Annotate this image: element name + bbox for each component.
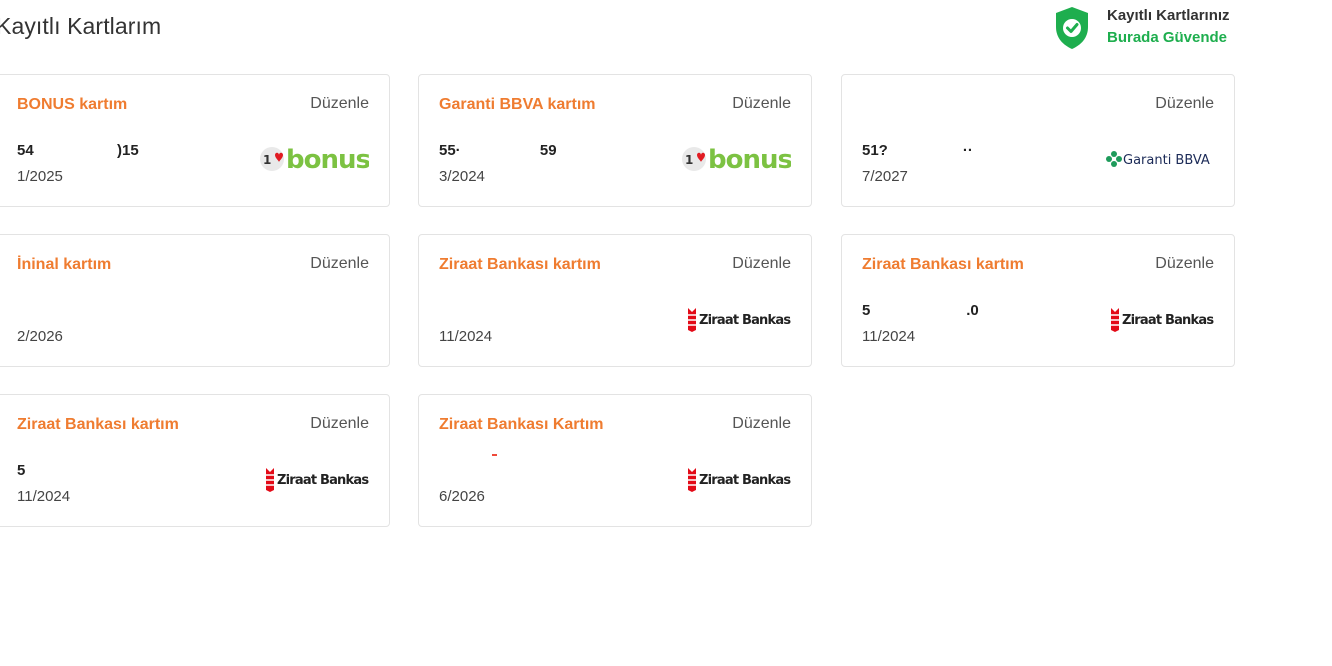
- card-title: Ziraat Bankası kartım: [17, 416, 179, 433]
- secure-badge-subtitle: Burada Güvende: [1107, 29, 1228, 46]
- card-expiry: 1/2025: [17, 168, 63, 185]
- svg-text:Ziraat Bankası: Ziraat Bankası: [277, 473, 369, 488]
- card-expiry: 6/2026: [439, 488, 485, 505]
- card-number: 5 .0: [862, 302, 979, 319]
- card-number: 5: [17, 462, 26, 479]
- secure-badge-title: Kayıtlı Kartlarınız: [1107, 7, 1230, 24]
- svg-text:bonus: bonus: [708, 145, 791, 175]
- ziraat-bankasi-logo: Ziraat Bankası: [1111, 308, 1214, 332]
- secure-cards-badge: Kayıtlı Kartlarınız Burada Güvende: [1054, 4, 1274, 52]
- card-number: 55· 59: [439, 142, 557, 159]
- edit-card-button[interactable]: Düzenle: [732, 95, 791, 113]
- saved-card[interactable]: BONUS kartım Düzenle 54 )15 1/2025 1 bon…: [0, 74, 390, 207]
- saved-card[interactable]: Garanti BBVA kartım Düzenle 55· 59 3/202…: [418, 74, 812, 207]
- svg-text:Ziraat Bankası: Ziraat Bankası: [1122, 313, 1214, 328]
- card-expiry: 11/2024: [439, 328, 493, 345]
- garanti-bbva-logo: Garanti BBVA: [1106, 151, 1210, 168]
- svg-text:1: 1: [685, 153, 693, 167]
- card-expiry: 3/2024: [439, 168, 485, 185]
- saved-card[interactable]: Ziraat Bankası kartım Düzenle 5 .0 11/20…: [841, 234, 1235, 367]
- svg-text:Ziraat Bankası: Ziraat Bankası: [699, 313, 791, 328]
- page-title: Kayıtlı Kartlarım: [0, 13, 162, 39]
- svg-text:Garanti BBVA: Garanti BBVA: [1123, 153, 1210, 168]
- edit-card-button[interactable]: Düzenle: [732, 415, 791, 433]
- saved-card[interactable]: Düzenle 51? ·· 7/2027 Garanti BBVA: [841, 74, 1235, 207]
- bonus-logo: 1 bonus: [260, 145, 369, 175]
- card-expiry: 11/2024: [862, 328, 916, 345]
- edit-card-button[interactable]: Düzenle: [310, 415, 369, 433]
- edit-card-button[interactable]: Düzenle: [310, 255, 369, 273]
- card-title: Ziraat Bankası Kartım: [439, 416, 604, 433]
- svg-text:bonus: bonus: [286, 145, 369, 175]
- edit-card-button[interactable]: Düzenle: [732, 255, 791, 273]
- saved-card[interactable]: Ziraat Bankası kartım Düzenle 11/2024 Zi…: [418, 234, 812, 367]
- saved-card[interactable]: Ziraat Bankası kartım Düzenle 5 11/2024 …: [0, 394, 390, 527]
- ziraat-bankasi-logo: Ziraat Bankası: [688, 308, 791, 332]
- card-title: Ziraat Bankası kartım: [439, 256, 601, 273]
- ziraat-bankasi-logo: Ziraat Bankası: [688, 468, 791, 492]
- card-expiry: 7/2027: [862, 168, 908, 185]
- edit-card-button[interactable]: Düzenle: [1155, 95, 1214, 113]
- card-title: BONUS kartım: [17, 96, 128, 113]
- card-number-mark: [492, 454, 497, 456]
- card-expiry: 11/2024: [17, 488, 71, 505]
- saved-card[interactable]: İninal kartım Düzenle 2/2026: [0, 234, 390, 367]
- card-expiry: 2/2026: [17, 328, 63, 345]
- bonus-logo: 1 bonus: [682, 145, 791, 175]
- card-title: İninal kartım: [17, 256, 112, 273]
- card-number: 51? ··: [862, 142, 973, 159]
- svg-text:1: 1: [263, 153, 271, 167]
- card-title: Ziraat Bankası kartım: [862, 256, 1024, 273]
- shield-check-icon: [1056, 7, 1088, 49]
- ziraat-bankasi-logo: Ziraat Bankası: [266, 468, 369, 492]
- edit-card-button[interactable]: Düzenle: [1155, 255, 1214, 273]
- svg-text:Ziraat Bankası: Ziraat Bankası: [699, 473, 791, 488]
- card-number: 54 )15: [17, 142, 139, 159]
- saved-card[interactable]: Ziraat Bankası Kartım Düzenle 6/2026 Zir…: [418, 394, 812, 527]
- edit-card-button[interactable]: Düzenle: [310, 95, 369, 113]
- card-title: Garanti BBVA kartım: [439, 96, 596, 113]
